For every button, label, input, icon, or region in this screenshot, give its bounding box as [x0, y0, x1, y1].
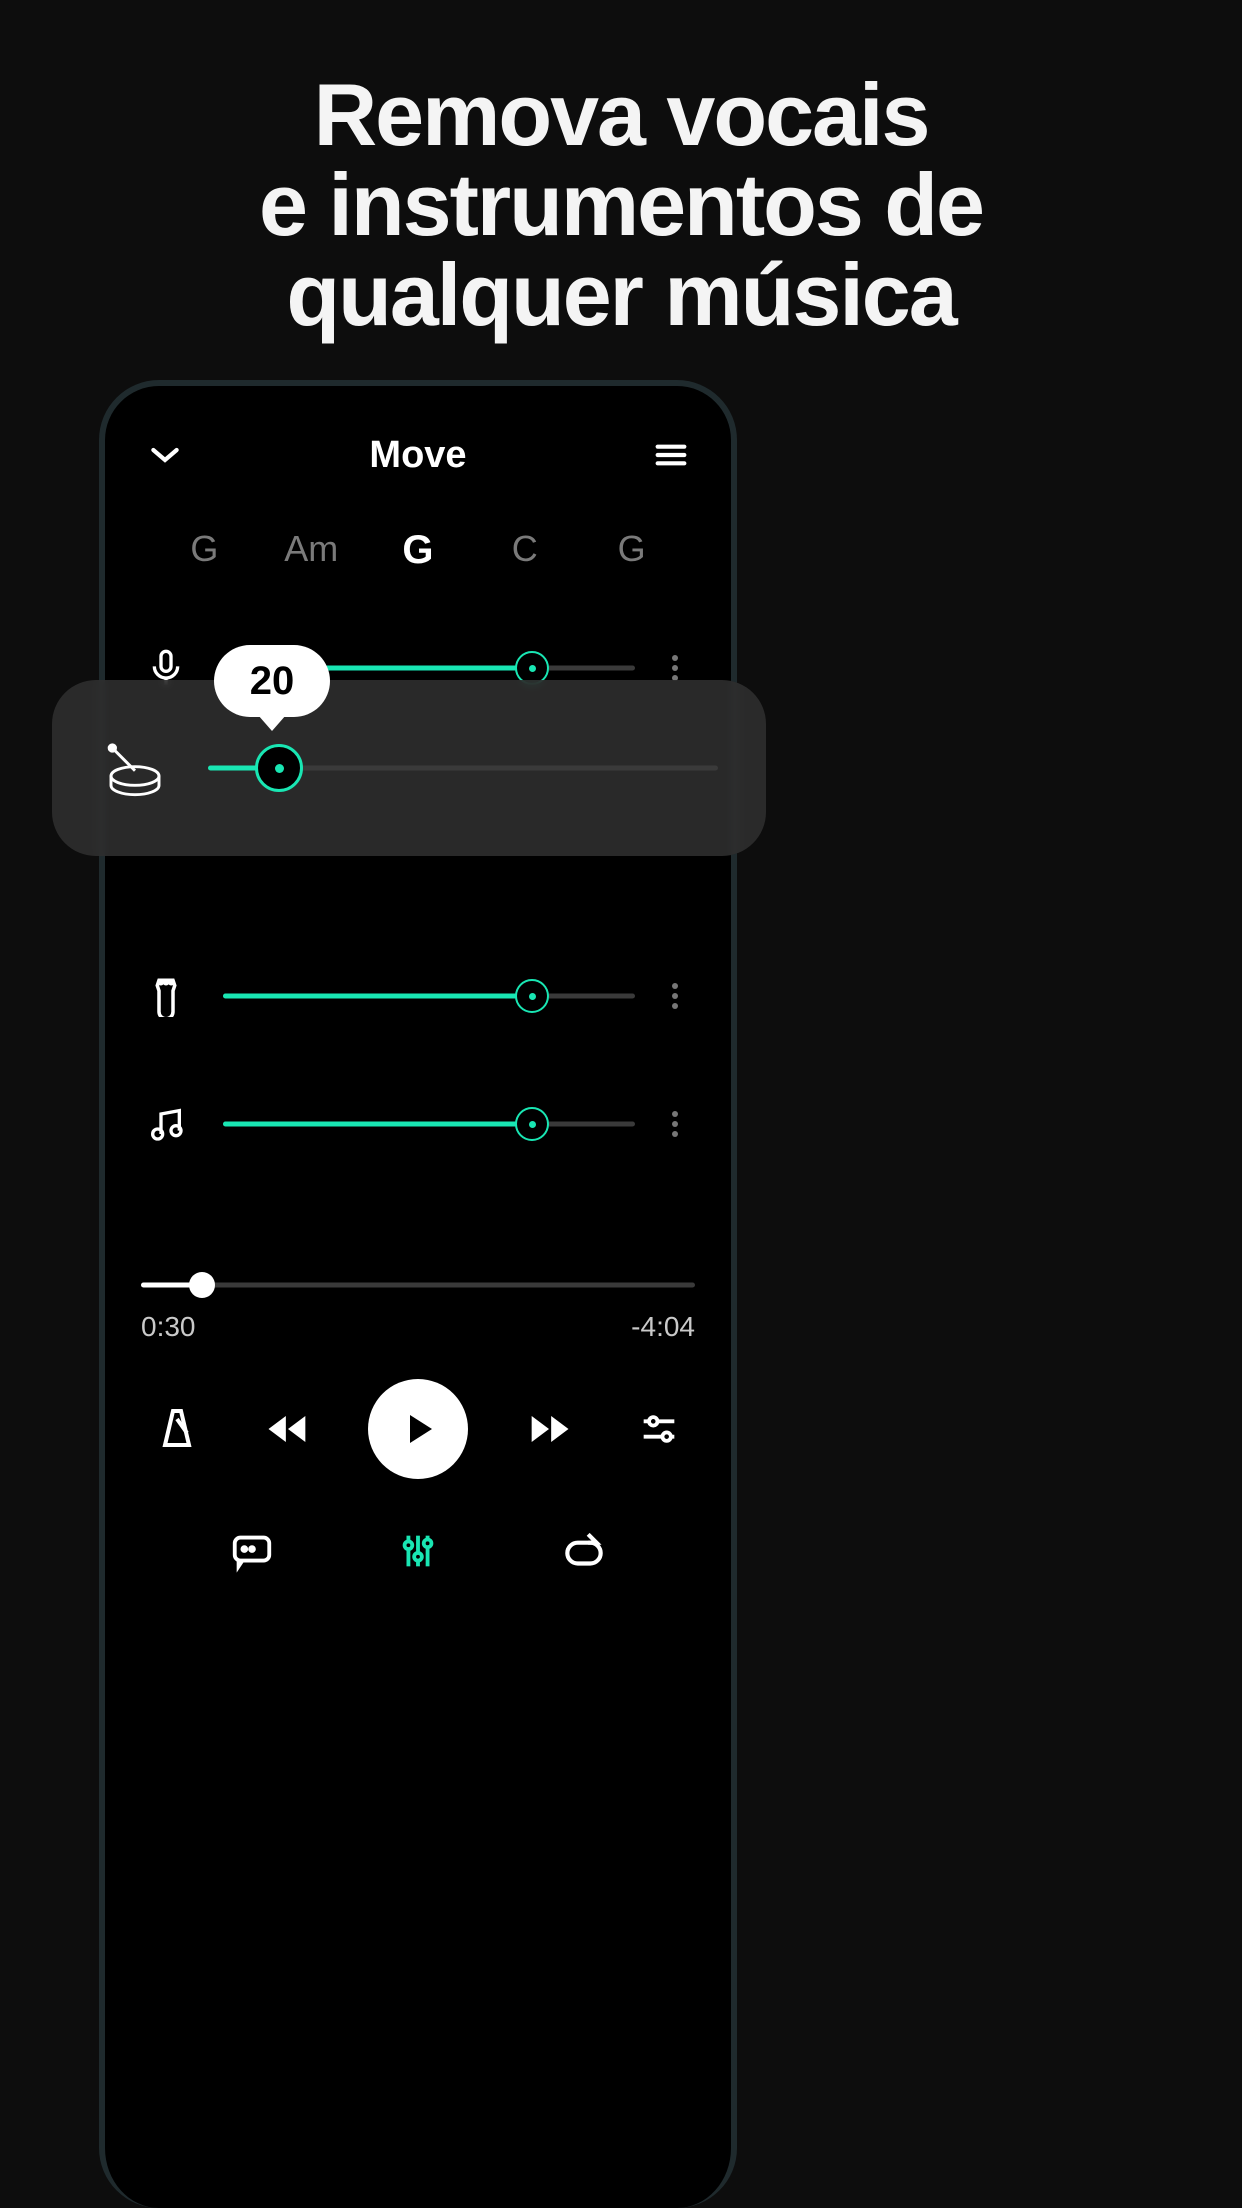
hero-line-3: qualquer música: [286, 245, 955, 344]
guitar-more-button[interactable]: [655, 982, 695, 1010]
remaining-time: -4:04: [631, 1311, 695, 1343]
mixer-tab[interactable]: [390, 1523, 446, 1579]
hero-line-2: e instrumentos de: [259, 155, 983, 254]
song-title: Move: [369, 434, 466, 477]
other-more-button[interactable]: [655, 1110, 695, 1138]
chord-strip: G Am G C G: [141, 528, 695, 573]
loop-tab[interactable]: [556, 1523, 612, 1579]
device-frame: Move G Am G C G: [99, 380, 737, 2208]
menu-button[interactable]: [647, 431, 695, 479]
guitar-icon: [141, 971, 191, 1021]
slider-value-text: 20: [250, 659, 295, 704]
drums-track-overlay[interactable]: [52, 680, 766, 856]
metronome-button[interactable]: [147, 1399, 207, 1459]
guitar-track-row: [141, 951, 695, 1041]
forward-button[interactable]: [519, 1399, 579, 1459]
vocals-more-button[interactable]: [655, 654, 695, 682]
play-button[interactable]: [368, 1379, 468, 1479]
hero-line-1: Remova vocais: [314, 65, 929, 164]
drums-volume-slider[interactable]: [208, 752, 718, 784]
chord[interactable]: Am: [281, 528, 341, 573]
elapsed-time: 0:30: [141, 1311, 196, 1343]
lyrics-tab[interactable]: [224, 1523, 280, 1579]
hero-headline: Remova vocais e instrumentos de qualquer…: [0, 0, 1242, 339]
slider-value-tooltip: 20: [214, 645, 330, 717]
chord-current[interactable]: G: [388, 528, 448, 573]
guitar-volume-slider[interactable]: [223, 980, 635, 1012]
chord[interactable]: C: [495, 528, 555, 573]
other-track-row: [141, 1079, 695, 1169]
rewind-button[interactable]: [258, 1399, 318, 1459]
drum-icon: [100, 733, 170, 803]
playback-progress[interactable]: [141, 1269, 695, 1301]
chord[interactable]: G: [602, 528, 662, 573]
chord[interactable]: G: [174, 528, 234, 573]
music-note-icon: [141, 1099, 191, 1149]
settings-sliders-button[interactable]: [629, 1399, 689, 1459]
other-volume-slider[interactable]: [223, 1108, 635, 1140]
collapse-button[interactable]: [141, 431, 189, 479]
